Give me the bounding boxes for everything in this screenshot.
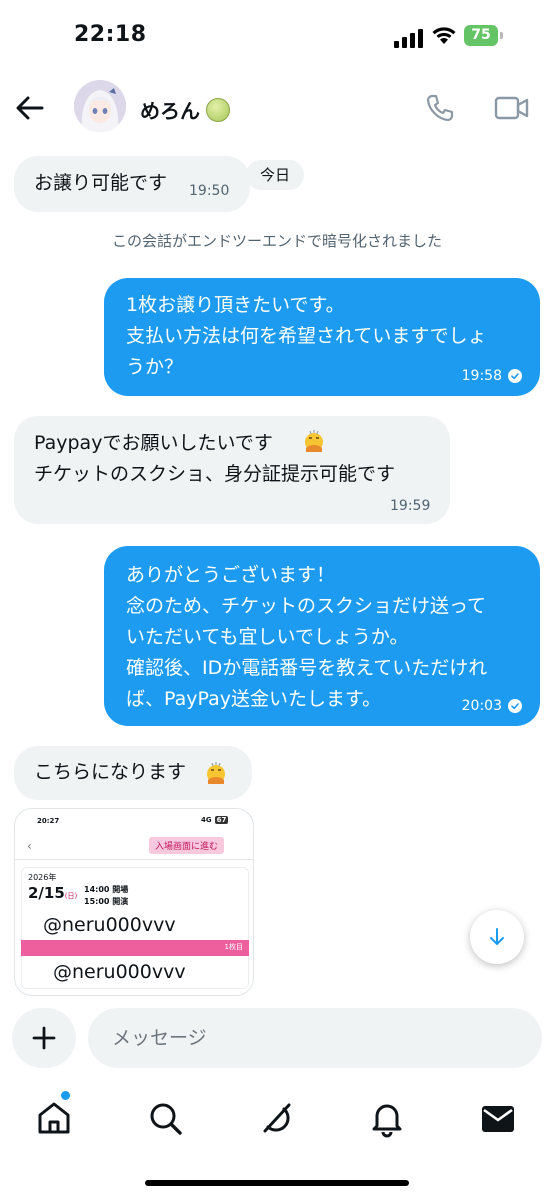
preview-weekday: (日) (64, 892, 78, 900)
preview-status-time: 20:27 (37, 817, 60, 825)
watermark-label: @neru000vvv (33, 911, 233, 939)
home-icon[interactable] (34, 1098, 74, 1138)
watermark-text: @neru000vvv (43, 914, 176, 936)
read-check-icon (508, 369, 522, 383)
contact-name-text: めろん (140, 99, 200, 123)
message-bubble-outgoing[interactable]: ありがとうございます！ 念のため、チケットのスクショだけ送って いただいても宜し… (104, 546, 540, 726)
message-time: 19:50 (189, 183, 230, 199)
read-check-icon (508, 699, 522, 713)
status-time: 22:18 (74, 22, 147, 47)
avatar[interactable] (74, 80, 126, 132)
preview-seat-label: 1枚目 (224, 943, 243, 951)
emoji-icon (207, 762, 225, 784)
melon-emoji-icon (206, 97, 230, 122)
battery-level: 75 (471, 27, 491, 43)
contact-name[interactable]: めろん (140, 95, 230, 124)
home-indicator (145, 1180, 409, 1186)
message-text: 1枚お譲り頂きたいです。 支払い方法は何を希望されていますでしょ うか？ (126, 294, 487, 378)
message-time: 19:59 (390, 498, 431, 514)
preview-status-bar: 4G 67 (201, 816, 229, 824)
scroll-to-bottom-button[interactable] (470, 910, 524, 964)
battery-icon: 75 (464, 25, 498, 46)
preview-start-time: 15:00 開演 (84, 897, 129, 906)
message-status: 20:03 (462, 698, 522, 714)
message-text: お譲り可能です (34, 172, 168, 194)
emoji-icon (305, 430, 323, 452)
mail-icon[interactable] (478, 1098, 518, 1138)
preview-divider (15, 859, 253, 860)
battery-cap (500, 32, 503, 39)
message-text: こちらになります (34, 761, 187, 783)
watermark-text: @neru000vvv (53, 961, 186, 983)
preview-pink-band: 1枚目 (21, 940, 249, 956)
add-attachment-button[interactable] (12, 1008, 76, 1068)
message-bubble-incoming[interactable]: こちらになります (14, 746, 252, 800)
preview-year: 2026年 (28, 873, 57, 882)
grok-icon[interactable] (256, 1098, 296, 1138)
message-input[interactable] (88, 1008, 542, 1068)
message-text: ありがとうございます！ 念のため、チケットのスクショだけ送って いただいても宜し… (126, 564, 488, 710)
message-time: 19:58 (461, 368, 502, 384)
preview-back-icon: ‹ (27, 839, 32, 853)
wifi-icon (432, 27, 456, 44)
message-status: 19:58 (462, 368, 522, 384)
arrow-down-icon (490, 928, 504, 945)
message-bubble-outgoing[interactable]: 1枚お譲り頂きたいです。 支払い方法は何を希望されていますでしょ うか？ 19:… (104, 278, 540, 396)
preview-date-text: 2/15 (28, 884, 65, 902)
plus-icon (32, 1026, 56, 1050)
encryption-notice: この会話がエンドツーエンドで暗号化されました (111, 232, 442, 250)
image-attachment[interactable]: 20:27 4G 67 ‹ 入場画面に進む 2026年 2/15(日) 14:0… (14, 808, 254, 996)
back-arrow-icon[interactable] (14, 92, 46, 124)
bell-icon[interactable] (367, 1098, 407, 1138)
preview-enter-button: 入場画面に進む (149, 837, 225, 854)
phone-icon[interactable] (424, 92, 456, 124)
message-bubble-incoming[interactable]: お譲り可能です 19:50 (14, 156, 250, 212)
video-icon[interactable] (494, 94, 530, 122)
message-bubble-incoming[interactable]: Paypayでお願いしたいです チケットのスクショ、身分証提示可能です 19:5… (14, 416, 450, 524)
message-text: Paypayでお願いしたいです チケットのスクショ、身分証提示可能です (34, 432, 396, 485)
date-separator: 今日 (246, 160, 305, 190)
preview-open-time: 14:00 開場 (84, 885, 129, 894)
search-icon[interactable] (145, 1098, 185, 1138)
preview-network: 4G (201, 816, 212, 824)
home-notification-dot (61, 1091, 70, 1100)
watermark-label: @neru000vvv (33, 957, 233, 987)
preview-date: 2/15(日) (28, 884, 77, 902)
preview-battery: 67 (214, 816, 229, 824)
message-time: 20:03 (461, 698, 502, 714)
cellular-signal-icon (394, 28, 424, 48)
